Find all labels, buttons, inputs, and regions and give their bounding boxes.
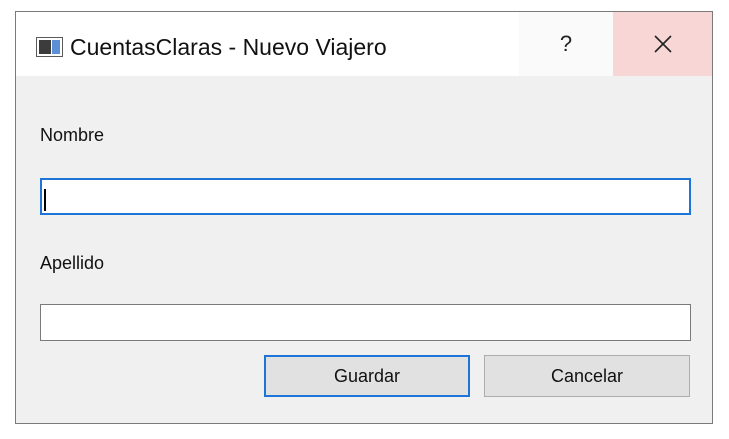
dialog-window: CuentasClaras - Nuevo Viajero ? Nombre A… — [15, 11, 713, 424]
app-icon — [36, 37, 63, 57]
close-button[interactable] — [613, 12, 712, 76]
save-button[interactable]: Guardar — [264, 355, 470, 397]
apellido-input[interactable] — [40, 304, 691, 341]
window-title: CuentasClaras - Nuevo Viajero — [70, 34, 387, 60]
title-bar: CuentasClaras - Nuevo Viajero ? — [16, 12, 712, 76]
help-button[interactable]: ? — [519, 12, 613, 76]
close-icon — [653, 35, 672, 53]
help-icon: ? — [559, 31, 573, 56]
text-caret — [44, 189, 46, 211]
nombre-input[interactable] — [40, 178, 691, 215]
apellido-label: Apellido — [40, 253, 105, 273]
nombre-label: Nombre — [40, 125, 105, 145]
cancel-button[interactable]: Cancelar — [484, 355, 690, 397]
